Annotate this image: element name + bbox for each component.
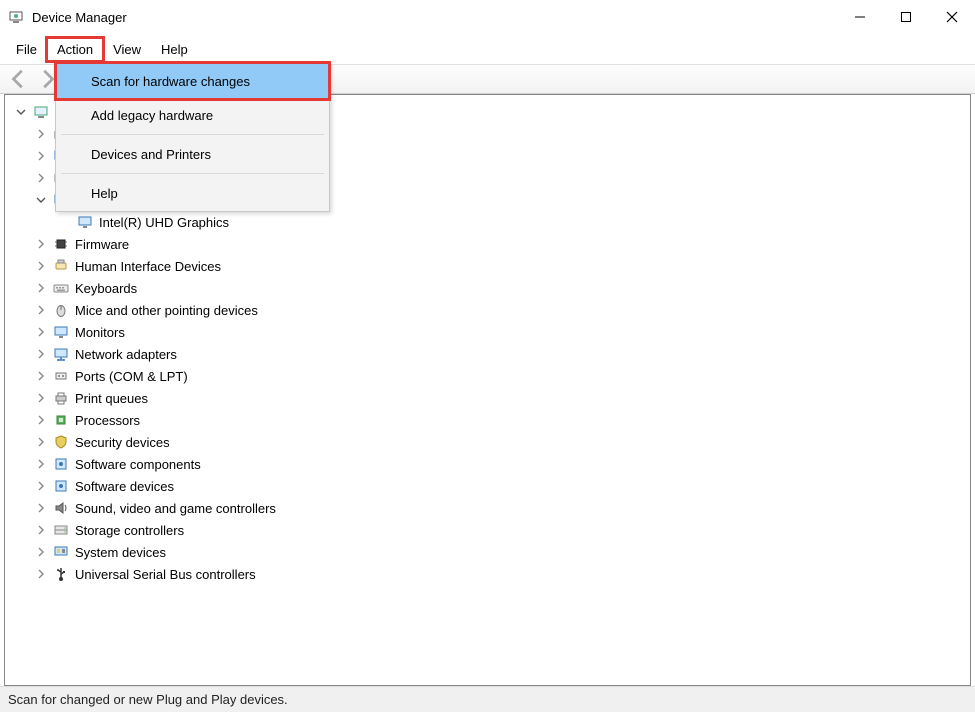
chip-icon xyxy=(53,236,69,252)
tree-node[interactable]: Software devices xyxy=(11,475,970,497)
chevron-down-icon[interactable] xyxy=(15,106,27,118)
tree-node[interactable]: System devices xyxy=(11,541,970,563)
tree-node[interactable]: Storage controllers xyxy=(11,519,970,541)
chevron-right-icon[interactable] xyxy=(35,370,47,382)
menu-help[interactable]: Help xyxy=(151,38,198,61)
dropdown-add-legacy[interactable]: Add legacy hardware xyxy=(57,98,328,132)
chevron-right-icon[interactable] xyxy=(35,326,47,338)
device-manager-window: Device Manager File Action View Help Sca… xyxy=(0,0,975,712)
maximize-button[interactable] xyxy=(883,1,929,33)
tree-child-node[interactable]: Intel(R) UHD Graphics xyxy=(11,211,970,233)
statusbar: Scan for changed or new Plug and Play de… xyxy=(0,686,975,712)
chevron-right-icon[interactable] xyxy=(35,150,47,162)
chevron-right-icon[interactable] xyxy=(35,282,47,294)
mouse-icon xyxy=(53,302,69,318)
usb-icon xyxy=(53,566,69,582)
tree-node-label: Processors xyxy=(75,413,140,428)
tree-node[interactable]: Sound, video and game controllers xyxy=(11,497,970,519)
tree-node-label: Mice and other pointing devices xyxy=(75,303,258,318)
monitor-icon xyxy=(77,214,93,230)
window-title: Device Manager xyxy=(32,10,127,25)
chevron-right-icon[interactable] xyxy=(35,304,47,316)
close-button[interactable] xyxy=(929,1,975,33)
cpu-icon xyxy=(53,412,69,428)
keyboard-icon xyxy=(53,280,69,296)
computer-icon xyxy=(33,104,49,120)
chevron-right-icon[interactable] xyxy=(35,128,47,140)
dropdown-separator xyxy=(61,173,324,174)
statusbar-text: Scan for changed or new Plug and Play de… xyxy=(8,692,288,707)
chevron-right-icon[interactable] xyxy=(35,480,47,492)
tree-node-label: Universal Serial Bus controllers xyxy=(75,567,256,582)
sound-icon xyxy=(53,500,69,516)
chevron-down-icon[interactable] xyxy=(35,194,47,206)
tree-node-label: Ports (COM & LPT) xyxy=(75,369,188,384)
chevron-right-icon[interactable] xyxy=(35,436,47,448)
tree-node[interactable]: Security devices xyxy=(11,431,970,453)
menu-view[interactable]: View xyxy=(103,38,151,61)
chevron-right-icon[interactable] xyxy=(35,238,47,250)
tree-node-label: Firmware xyxy=(75,237,129,252)
software-icon xyxy=(53,456,69,472)
tree-node[interactable]: Software components xyxy=(11,453,970,475)
security-icon xyxy=(53,434,69,450)
tree-node[interactable]: Monitors xyxy=(11,321,970,343)
tree-node[interactable]: Human Interface Devices xyxy=(11,255,970,277)
tree-node[interactable]: Processors xyxy=(11,409,970,431)
tree-node-label: Software components xyxy=(75,457,201,472)
storage-icon xyxy=(53,522,69,538)
chevron-right-icon[interactable] xyxy=(35,348,47,360)
titlebar: Device Manager xyxy=(0,0,975,34)
tree-node[interactable]: Print queues xyxy=(11,387,970,409)
tree-node[interactable]: Mice and other pointing devices xyxy=(11,299,970,321)
menu-action[interactable]: Action xyxy=(47,38,103,61)
monitor-icon xyxy=(53,324,69,340)
hid-icon xyxy=(53,258,69,274)
tree-node-label: Security devices xyxy=(75,435,170,450)
dropdown-separator xyxy=(61,134,324,135)
tree-node-label: Keyboards xyxy=(75,281,137,296)
port-icon xyxy=(53,368,69,384)
system-icon xyxy=(53,544,69,560)
app-icon xyxy=(8,9,24,25)
menu-file[interactable]: File xyxy=(6,38,47,61)
chevron-right-icon[interactable] xyxy=(35,172,47,184)
chevron-right-icon[interactable] xyxy=(35,502,47,514)
action-dropdown: Scan for hardware changes Add legacy har… xyxy=(55,62,330,212)
software-icon xyxy=(53,478,69,494)
dropdown-scan-hardware[interactable]: Scan for hardware changes xyxy=(57,64,328,98)
printer-icon xyxy=(53,390,69,406)
minimize-button[interactable] xyxy=(837,1,883,33)
tree-node-label: Sound, video and game controllers xyxy=(75,501,276,516)
chevron-right-icon[interactable] xyxy=(35,458,47,470)
chevron-right-icon[interactable] xyxy=(35,260,47,272)
tree-node-label: Software devices xyxy=(75,479,174,494)
tree-node[interactable]: Universal Serial Bus controllers xyxy=(11,563,970,585)
chevron-right-icon[interactable] xyxy=(35,392,47,404)
back-button[interactable] xyxy=(8,68,30,90)
tree-node-label: System devices xyxy=(75,545,166,560)
menubar: File Action View Help xyxy=(0,34,975,64)
network-icon xyxy=(53,346,69,362)
chevron-right-icon[interactable] xyxy=(35,414,47,426)
tree-node-label: Human Interface Devices xyxy=(75,259,221,274)
tree-node-label: Intel(R) UHD Graphics xyxy=(99,215,229,230)
chevron-right-icon[interactable] xyxy=(35,568,47,580)
dropdown-help[interactable]: Help xyxy=(57,176,328,210)
tree-node[interactable]: Firmware xyxy=(11,233,970,255)
tree-node[interactable]: Network adapters xyxy=(11,343,970,365)
chevron-right-icon[interactable] xyxy=(35,524,47,536)
dropdown-devices-printers[interactable]: Devices and Printers xyxy=(57,137,328,171)
tree-node-label: Network adapters xyxy=(75,347,177,362)
tree-node[interactable]: Keyboards xyxy=(11,277,970,299)
chevron-right-icon[interactable] xyxy=(35,546,47,558)
tree-node-label: Storage controllers xyxy=(75,523,184,538)
tree-node[interactable]: Ports (COM & LPT) xyxy=(11,365,970,387)
tree-node-label: Monitors xyxy=(75,325,125,340)
tree-node-label: Print queues xyxy=(75,391,148,406)
